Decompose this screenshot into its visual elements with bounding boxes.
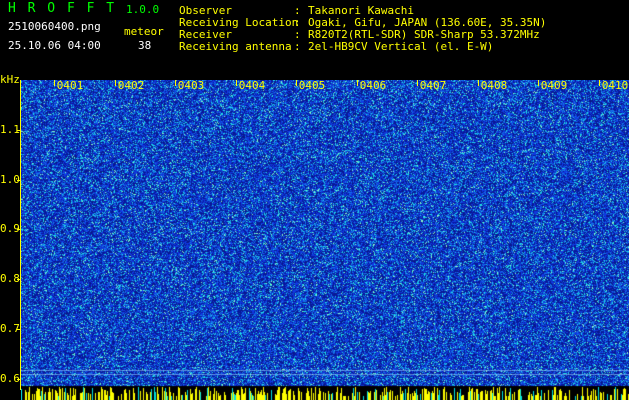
- y-axis-tick: [17, 329, 21, 330]
- x-axis-label: 0402: [117, 79, 145, 92]
- detection-label: meteor: [124, 25, 164, 38]
- y-axis-tick: [17, 180, 21, 181]
- x-axis-tick: [115, 80, 116, 86]
- x-axis-label: 0408: [480, 79, 508, 92]
- spectrogram-canvas: [21, 80, 629, 400]
- y-axis-tick: [17, 379, 21, 380]
- x-axis-label: 0409: [540, 79, 568, 92]
- x-axis-label: 0407: [419, 79, 447, 92]
- x-axis-tick: [296, 80, 297, 86]
- antenna-sep: :: [294, 40, 301, 53]
- app-version: 1.0.0: [126, 3, 160, 16]
- x-axis-tick: [175, 80, 176, 86]
- x-axis-label: 0403: [177, 79, 205, 92]
- x-axis-tick: [538, 80, 539, 86]
- y-axis-line: [20, 80, 21, 390]
- x-axis-tick: [417, 80, 418, 86]
- x-axis-label: 0401: [56, 79, 84, 92]
- x-axis-label: 0405: [298, 79, 326, 92]
- x-axis-tick: [54, 80, 55, 86]
- file-name: 2510060400.png: [8, 20, 101, 33]
- y-axis-tick: [17, 130, 21, 131]
- x-axis-tick: [478, 80, 479, 86]
- x-axis-tick: [357, 80, 358, 86]
- app-title: H R O F F T: [8, 1, 117, 16]
- y-axis-tick: [17, 229, 21, 230]
- antenna-value: 2el-HB9CV Vertical (el. E-W): [308, 40, 494, 53]
- x-axis-tick: [236, 80, 237, 86]
- datetime: 25.10.06 04:00: [8, 39, 101, 52]
- detection-count: 38: [138, 39, 152, 52]
- y-axis-unit: kHz: [0, 73, 20, 86]
- x-axis-label: 0410: [601, 79, 629, 92]
- antenna-label: Receiving antenna: [179, 40, 292, 53]
- x-axis-label: 0404: [238, 79, 266, 92]
- x-axis-label: 0406: [359, 79, 387, 92]
- y-axis-tick: [17, 279, 21, 280]
- x-axis-tick: [599, 80, 600, 86]
